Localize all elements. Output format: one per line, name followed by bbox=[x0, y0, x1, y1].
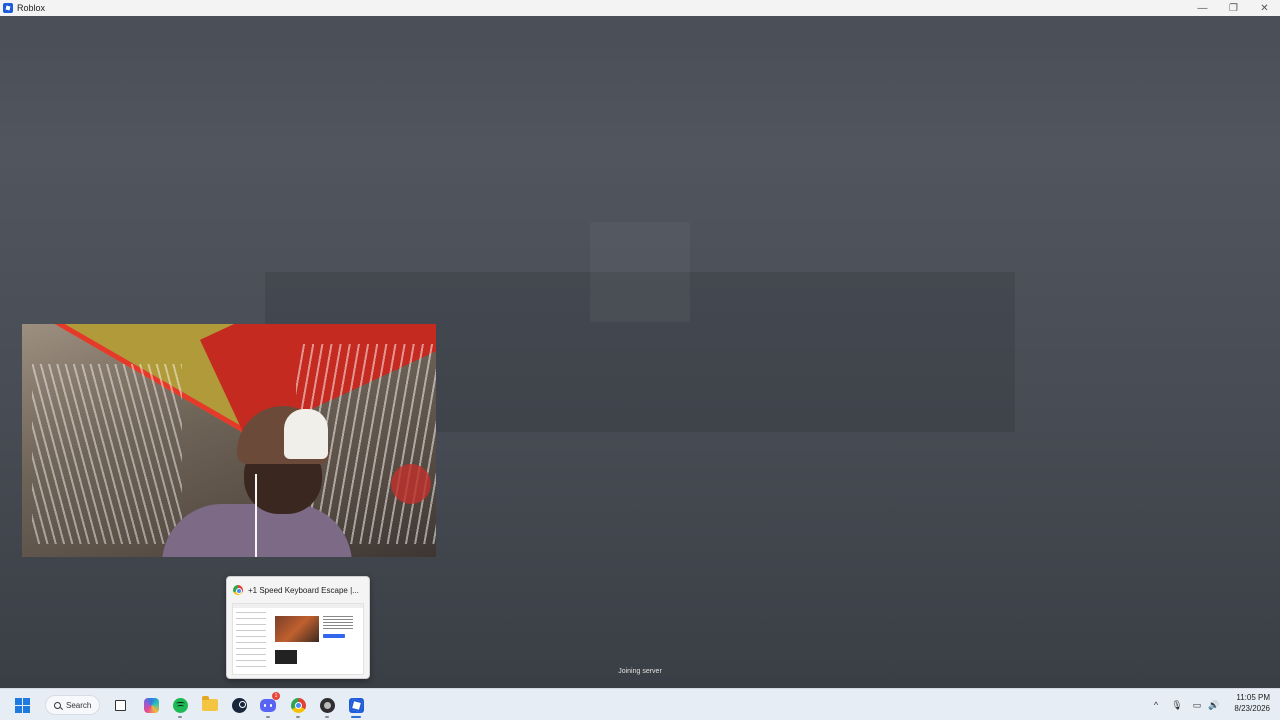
task-view-icon bbox=[114, 699, 126, 711]
running-indicator bbox=[296, 716, 300, 718]
file-explorer-button[interactable] bbox=[200, 695, 220, 715]
webcam-person-body bbox=[162, 504, 352, 557]
preview-thumbnail[interactable] bbox=[232, 603, 364, 675]
preview-game-image bbox=[275, 616, 319, 642]
notification-badge: 1 bbox=[272, 692, 280, 700]
minimize-button[interactable]: — bbox=[1187, 0, 1218, 16]
taskbar: Search 1 ^ 🎙 ▭ 🔊 11:05 PM 8/23/2026 bbox=[0, 688, 1280, 720]
preview-play-button bbox=[323, 634, 345, 638]
preview-navbar bbox=[233, 604, 363, 608]
webcam-overlay bbox=[22, 324, 436, 557]
search-label: Search bbox=[66, 700, 92, 710]
preview-header: +1 Speed Keyboard Escape |... bbox=[227, 577, 369, 603]
task-view-button[interactable] bbox=[110, 695, 130, 715]
system-clock[interactable]: 11:05 PM 8/23/2026 bbox=[1220, 692, 1270, 714]
preview-game-text bbox=[323, 616, 353, 630]
chrome-window-preview[interactable]: +1 Speed Keyboard Escape |... bbox=[226, 576, 370, 679]
chrome-icon bbox=[233, 585, 243, 595]
taskbar-search[interactable]: Search bbox=[45, 695, 100, 715]
roblox-button[interactable] bbox=[346, 695, 366, 718]
preview-sidebar bbox=[236, 612, 266, 672]
microphone-icon[interactable]: 🎙 bbox=[1170, 695, 1184, 715]
webcam-red-object bbox=[391, 464, 431, 504]
webcam-earbud-cable bbox=[255, 474, 257, 557]
window-title: Roblox bbox=[17, 3, 46, 13]
preview-tab-title: +1 Speed Keyboard Escape |... bbox=[248, 585, 359, 595]
running-indicator bbox=[325, 716, 329, 718]
spotify-icon bbox=[172, 697, 188, 713]
chrome-button[interactable] bbox=[288, 695, 308, 718]
start-button[interactable] bbox=[12, 695, 32, 715]
clock-date: 8/23/2026 bbox=[1234, 704, 1270, 713]
window-title-bar: Roblox — ❐ ✕ bbox=[0, 0, 1280, 16]
running-indicator bbox=[178, 716, 182, 718]
obs-button[interactable] bbox=[317, 695, 337, 718]
window-controls: — ❐ ✕ bbox=[1187, 0, 1280, 16]
roblox-app-icon bbox=[3, 3, 13, 13]
close-button[interactable]: ✕ bbox=[1249, 0, 1280, 16]
maximize-button[interactable]: ❐ bbox=[1218, 0, 1249, 16]
volume-icon[interactable]: 🔊 bbox=[1207, 695, 1221, 715]
active-indicator bbox=[351, 716, 361, 718]
running-indicator bbox=[266, 716, 270, 718]
preview-secondary-image bbox=[275, 650, 297, 664]
steam-button[interactable] bbox=[229, 695, 249, 715]
clock-time: 11:05 PM bbox=[1236, 693, 1270, 702]
obs-icon bbox=[319, 697, 335, 713]
spotify-button[interactable] bbox=[170, 695, 190, 718]
webcam-person-cap-front bbox=[284, 409, 328, 459]
joining-status-text: Joining server bbox=[618, 668, 662, 675]
network-icon[interactable]: ▭ bbox=[1190, 695, 1204, 715]
search-icon bbox=[54, 701, 61, 709]
discord-icon bbox=[260, 698, 276, 712]
copilot-icon bbox=[143, 697, 159, 713]
discord-button[interactable]: 1 bbox=[258, 692, 280, 718]
chrome-icon bbox=[290, 697, 306, 713]
game-thumbnail-placeholder bbox=[590, 222, 690, 322]
show-hidden-icons-button[interactable]: ^ bbox=[1149, 695, 1163, 715]
steam-icon bbox=[231, 697, 247, 713]
roblox-icon bbox=[348, 697, 364, 713]
webcam-paint-splatter bbox=[32, 364, 182, 544]
copilot-button[interactable] bbox=[141, 695, 161, 715]
folder-icon bbox=[202, 696, 218, 711]
windows-icon bbox=[14, 697, 30, 713]
